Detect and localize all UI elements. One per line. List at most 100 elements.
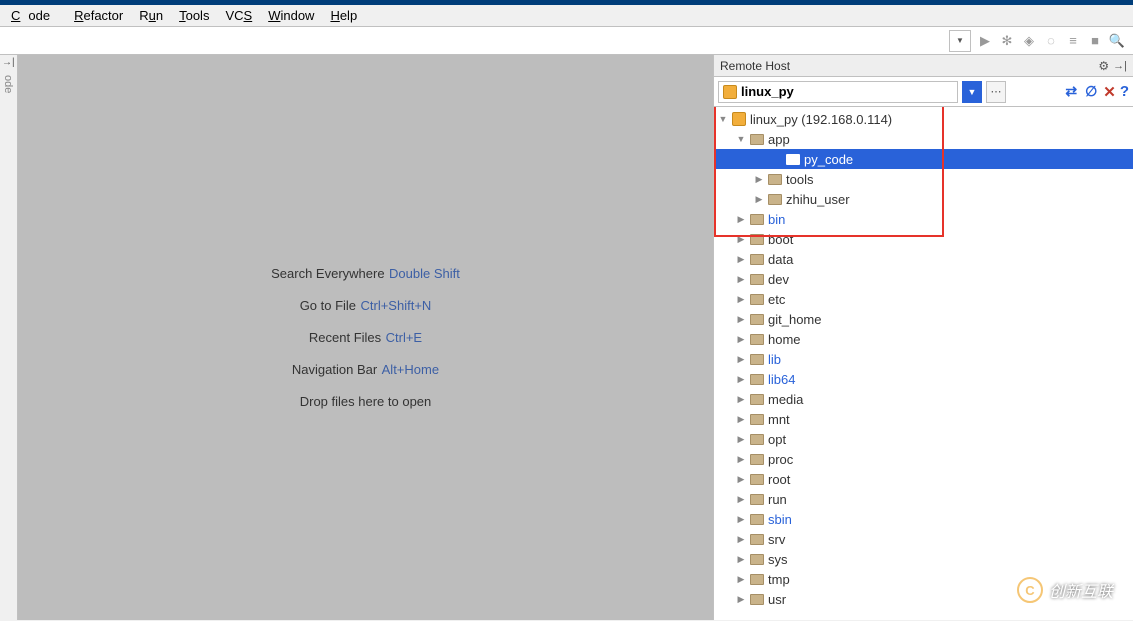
expand-arrow-icon[interactable]: ▶ (736, 294, 746, 305)
folder-icon (750, 274, 764, 285)
tree-label: mnt (768, 412, 790, 427)
tree-folder-bin[interactable]: ▶bin (714, 209, 1133, 229)
debug-icon[interactable]: ✻ (999, 33, 1015, 49)
gear-icon[interactable]: ⚙ (1098, 59, 1109, 73)
menu-run[interactable]: Run (131, 6, 171, 25)
expand-arrow-icon[interactable]: ▶ (754, 194, 764, 205)
tree-folder-app[interactable]: ▼ app (714, 129, 1133, 149)
expand-arrow-icon[interactable]: ▶ (736, 534, 746, 545)
folder-icon (750, 434, 764, 445)
folder-icon (768, 174, 782, 185)
tree-folder-tools[interactable]: ▶ tools (714, 169, 1133, 189)
tree-label: data (768, 252, 793, 267)
run-icon[interactable]: ▶ (977, 33, 993, 49)
tree-folder-home[interactable]: ▶ home (714, 329, 1133, 349)
remote-tree[interactable]: ▼ linux_py (192.168.0.114) ▼ app py_code… (714, 107, 1133, 620)
folder-icon (768, 194, 782, 205)
help-icon[interactable]: ? (1120, 83, 1129, 100)
run-config-dropdown[interactable]: ▼ (949, 30, 971, 52)
tree-folder-root[interactable]: ▶root (714, 469, 1133, 489)
expand-arrow-icon[interactable]: ▶ (736, 214, 746, 225)
host-selector[interactable]: linux_py (718, 81, 958, 103)
tree-label: linux_py (192.168.0.114) (750, 112, 892, 127)
tree-folder-boot[interactable]: ▶boot (714, 229, 1133, 249)
left-gutter[interactable]: →| ode (0, 55, 18, 620)
expand-arrow-icon[interactable]: ▶ (736, 594, 746, 605)
hint-go-to-file: Go to File Ctrl+Shift+N (300, 297, 432, 315)
profile-icon[interactable]: ◌ (1043, 33, 1059, 49)
expand-arrow-icon[interactable]: ▶ (736, 514, 746, 525)
tree-folder-mnt[interactable]: ▶ mnt (714, 409, 1133, 429)
tree-folder-py-code[interactable]: py_code (714, 149, 1133, 169)
expand-arrow-icon[interactable]: ▶ (736, 394, 746, 405)
tree-folder-lib64[interactable]: ▶lib64 (714, 369, 1133, 389)
hide-arrow-icon[interactable]: →| (2, 57, 15, 68)
stop-icon[interactable]: ■ (1087, 33, 1103, 49)
tree-folder-etc[interactable]: ▶etc (714, 289, 1133, 309)
folder-icon (750, 354, 764, 365)
tree-folder-sbin[interactable]: ▶sbin (714, 509, 1133, 529)
tree-folder-zhihu-user[interactable]: ▶ zhihu_user (714, 189, 1133, 209)
menu-tools[interactable]: Tools (171, 6, 217, 25)
tree-folder-git_home[interactable]: ▶git_home (714, 309, 1133, 329)
menu-vcs[interactable]: VCS (217, 6, 260, 25)
menu-code[interactable]: Code (3, 6, 66, 25)
tree-folder-media[interactable]: ▶media (714, 389, 1133, 409)
tree-folder-lib[interactable]: ▶ lib (714, 349, 1133, 369)
folder-icon (750, 514, 764, 525)
remote-host-panel: Remote Host ⚙ →| linux_py ▼ ⋯ ⇄ ∅ ✕ ? ▼ … (713, 55, 1133, 620)
remote-host-header: Remote Host ⚙ →| (714, 55, 1133, 77)
menu-refactor[interactable]: Refactor (66, 6, 131, 25)
hide-panel-icon[interactable]: →| (1113, 60, 1127, 72)
tree-folder-dev[interactable]: ▶dev (714, 269, 1133, 289)
expand-arrow-icon[interactable]: ▶ (736, 454, 746, 465)
expand-arrow-icon[interactable]: ▶ (736, 474, 746, 485)
run-toolbar: ▼ ▶ ✻ ◈ ◌ ≡ ■ 🔍 (0, 27, 1133, 55)
expand-arrow-icon[interactable]: ▶ (736, 494, 746, 505)
more-button[interactable]: ⋯ (986, 81, 1006, 103)
tree-label: app (768, 132, 790, 147)
expand-arrow-icon[interactable]: ▶ (736, 254, 746, 265)
tree-label: run (768, 492, 787, 507)
coverage-icon[interactable]: ◈ (1021, 33, 1037, 49)
tree-label: home (768, 332, 801, 347)
folder-icon (750, 534, 764, 545)
expand-arrow-icon[interactable]: ▶ (736, 354, 746, 365)
sync-icon[interactable]: ∅ (1083, 84, 1099, 100)
folder-icon (750, 134, 764, 145)
expand-arrow-icon[interactable]: ▶ (736, 374, 746, 385)
tree-folder-sys[interactable]: ▶sys (714, 549, 1133, 569)
expand-arrow-icon[interactable]: ▼ (736, 134, 746, 144)
diff-icon[interactable]: ⇄ (1063, 84, 1079, 100)
expand-arrow-icon[interactable]: ▶ (754, 174, 764, 185)
folder-icon (750, 334, 764, 345)
host-name: linux_py (741, 84, 794, 99)
expand-arrow-icon[interactable]: ▶ (736, 234, 746, 245)
tree-folder-run[interactable]: ▶ run (714, 489, 1133, 509)
expand-arrow-icon[interactable]: ▶ (736, 414, 746, 425)
attach-icon[interactable]: ≡ (1065, 33, 1081, 49)
menu-help[interactable]: Help (322, 6, 365, 25)
close-icon[interactable]: ✕ (1103, 83, 1116, 101)
menu-window[interactable]: Window (260, 6, 322, 25)
search-icon[interactable]: 🔍 (1109, 33, 1125, 49)
hint-drop-files: Drop files here to open (300, 393, 432, 411)
expand-arrow-icon[interactable]: ▼ (718, 114, 728, 124)
tree-folder-opt[interactable]: ▶opt (714, 429, 1133, 449)
expand-arrow-icon[interactable]: ▶ (736, 554, 746, 565)
folder-icon (750, 234, 764, 245)
expand-arrow-icon[interactable]: ▶ (736, 274, 746, 285)
expand-arrow-icon[interactable]: ▶ (736, 314, 746, 325)
tree-folder-proc[interactable]: ▶proc (714, 449, 1133, 469)
host-dropdown-button[interactable]: ▼ (962, 81, 982, 103)
tree-root[interactable]: ▼ linux_py (192.168.0.114) (714, 109, 1133, 129)
tree-label: zhihu_user (786, 192, 850, 207)
expand-arrow-icon[interactable]: ▶ (736, 574, 746, 585)
tree-label: lib (768, 352, 781, 367)
tree-folder-srv[interactable]: ▶srv (714, 529, 1133, 549)
watermark-text: 创新互联 (1049, 578, 1113, 602)
expand-arrow-icon[interactable]: ▶ (736, 434, 746, 445)
tree-folder-data[interactable]: ▶ data (714, 249, 1133, 269)
expand-arrow-icon[interactable]: ▶ (736, 334, 746, 345)
host-icon (732, 112, 746, 126)
